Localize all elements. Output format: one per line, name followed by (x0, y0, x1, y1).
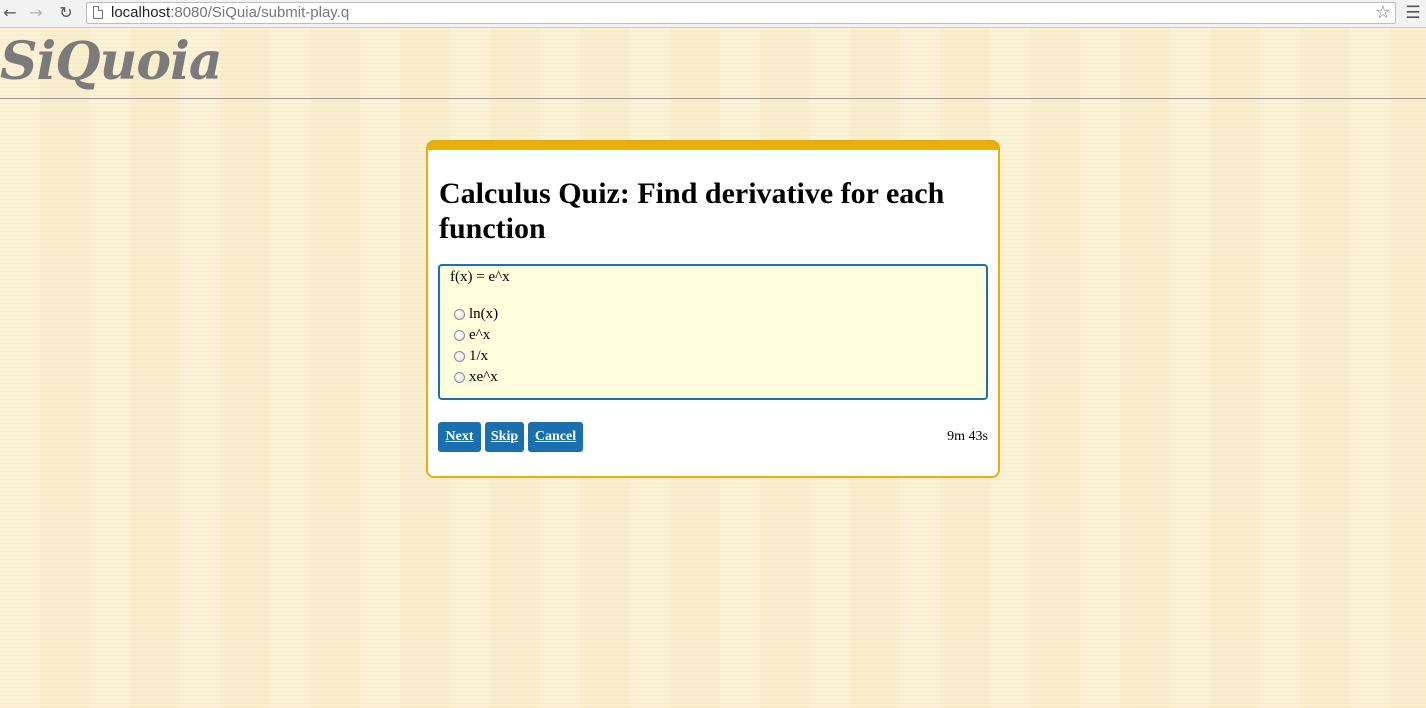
url-path: :8080/SiQuia/submit-play.q (170, 4, 350, 21)
forward-arrow-icon[interactable]: → (26, 3, 46, 23)
url-text: localhost:8080/SiQuia/submit-play.q (111, 4, 349, 22)
site-logo[interactable]: SiQuoia (0, 30, 223, 94)
radio-button[interactable] (454, 329, 465, 341)
skip-button[interactable]: Skip (485, 422, 524, 452)
hamburger-menu-icon[interactable]: ☰ (1405, 3, 1421, 23)
radio-button[interactable] (454, 371, 465, 383)
answer-option[interactable]: e^x (454, 325, 490, 345)
answer-option[interactable]: xe^x (454, 367, 498, 387)
answer-option-label: xe^x (469, 368, 498, 385)
url-host: localhost (111, 4, 171, 21)
question-text: f(x) = e^x (450, 269, 510, 285)
question-box: f(x) = e^x ln(x) e^x 1/x xe^x (438, 264, 988, 400)
reload-icon[interactable]: ↻ (56, 3, 76, 23)
answer-option[interactable]: ln(x) (454, 304, 498, 324)
countdown-timer: 9m 43s (947, 429, 988, 444)
answer-option-label: 1/x (469, 347, 489, 364)
next-button[interactable]: Next (438, 422, 481, 452)
answer-option-label: ln(x) (469, 305, 499, 322)
quiz-card: Calculus Quiz: Find derivative for each … (426, 140, 1000, 478)
radio-button[interactable] (454, 308, 465, 320)
browser-toolbar: ← → ↻ localhost:8080/SiQuia/submit-play.… (0, 0, 1426, 28)
address-bar[interactable]: localhost:8080/SiQuia/submit-play.q ☆ (86, 2, 1396, 24)
answer-option[interactable]: 1/x (454, 346, 488, 366)
header-divider (0, 98, 1426, 99)
quiz-title: Calculus Quiz: Find derivative for each … (439, 177, 945, 245)
radio-button[interactable] (454, 350, 465, 362)
answer-option-label: e^x (469, 326, 491, 343)
cancel-button[interactable]: Cancel (528, 422, 583, 452)
page-icon (93, 6, 103, 19)
back-arrow-icon[interactable]: ← (0, 3, 20, 23)
star-icon[interactable]: ☆ (1375, 2, 1391, 23)
